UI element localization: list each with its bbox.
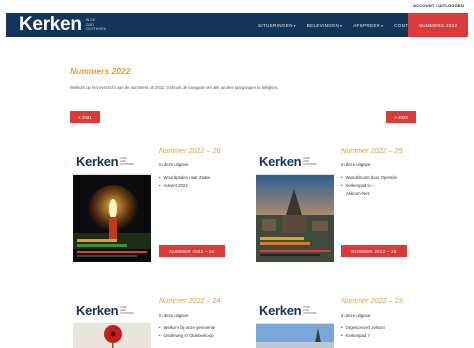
previous-year-button[interactable]: < 2021 xyxy=(70,111,100,123)
magazine-cover[interactable]: Kerken IN DE ZUID OOSTHOEK xyxy=(256,298,334,348)
issue-title[interactable]: Nummer 2022 – 26 xyxy=(159,146,221,155)
cover-image-candle xyxy=(73,175,151,262)
list-item: Advent 2022 xyxy=(159,182,210,190)
list-item: Woordpaden naar Zaate xyxy=(159,174,211,182)
nav-item-belevingen[interactable]: BELEVINGEN▾ xyxy=(307,23,342,28)
issue-contents: Orgelconcert Jelsum Kerkenpad 7 xyxy=(341,324,385,340)
cover-wordmark: Kerken xyxy=(76,303,119,318)
page-title: Nummers 2022 xyxy=(70,66,131,76)
issue-title[interactable]: Nummer 2022 – 25 xyxy=(341,146,403,155)
chevron-down-icon: ▾ xyxy=(381,23,384,28)
cover-wordmark: Kerken xyxy=(76,154,119,169)
nav-item-afspreek[interactable]: AFSPREEK▾ xyxy=(353,23,383,28)
cover-image-tower xyxy=(256,324,334,348)
issue-contents: Woordpaden naar Zaate Advent 2022 xyxy=(159,174,211,190)
cover-image-church xyxy=(256,175,334,262)
top-bar: ACCOUNT / UITLOGGEN xyxy=(0,0,474,13)
issue-title[interactable]: Nummer 2022 – 24 xyxy=(159,296,221,305)
cover-wordmark: Kerken xyxy=(259,303,302,318)
page-intro: Welkom op het overzicht van de nummers u… xyxy=(70,85,279,90)
nav-item-situeringen[interactable]: SITUERINGEN▾ xyxy=(258,23,296,28)
logo-subtitle: IN DE ZUID OOSTHOEK xyxy=(85,18,106,32)
list-item: Welkom bij onze gemeente xyxy=(159,324,216,332)
issue-button[interactable]: NUMMER 2022 – 25 xyxy=(341,245,407,257)
magazine-cover[interactable]: Kerken IN DE ZUID OOSTHOEK xyxy=(256,149,334,262)
cover-image-poppy xyxy=(73,324,151,348)
cover-wordmark: Kerken xyxy=(259,154,302,169)
issue-title[interactable]: Nummer 2022 – 23 xyxy=(341,296,403,305)
logo-wordmark: Kerken xyxy=(19,14,82,35)
main-nav: SITUERINGEN▾ BELEVINGEN▾ AFSPREEK▾ CONTA… xyxy=(258,13,432,37)
magazine-cover[interactable]: Kerken IN DE ZUID OOSTHOEK xyxy=(73,149,151,262)
list-item: Akkrum-Nes xyxy=(346,191,370,196)
site-logo[interactable]: Kerken IN DE ZUID OOSTHOEK xyxy=(19,14,106,36)
chevron-down-icon: ▾ xyxy=(340,23,343,28)
issue-subtitle: In deze uitgave: xyxy=(341,162,372,167)
list-item: Kerkenpad 7 xyxy=(341,332,385,340)
list-item: Kerkenpad in – xyxy=(341,182,397,190)
list-item: Onderweg in Oldeberkoop xyxy=(159,332,215,340)
issue-contents: Wandelroute door Opeinde Kerkenpad in – … xyxy=(341,174,397,198)
nav-item-nummers-2022[interactable]: NUMMERS 2022 xyxy=(408,13,468,37)
issue-subtitle: In deze uitgave: xyxy=(159,313,190,318)
magazine-cover[interactable]: Kerken IN DE ZUID OOSTHOEK xyxy=(73,298,151,348)
issue-contents: Welkom bij onze gemeente Onderweg in Old… xyxy=(159,324,216,340)
chevron-down-icon: ▾ xyxy=(293,23,296,28)
issue-subtitle: In deze uitgave: xyxy=(159,162,190,167)
issue-subtitle: In deze uitgave: xyxy=(341,313,372,318)
account-link[interactable]: ACCOUNT / UITLOGGEN xyxy=(413,3,464,8)
list-item: Wandelroute door Opeinde xyxy=(341,174,397,182)
site-header: Kerken IN DE ZUID OOSTHOEK SITUERINGEN▾ … xyxy=(6,13,468,37)
issue-button[interactable]: NUMMER 2022 – 26 xyxy=(159,245,225,257)
next-year-button[interactable]: > 2023 xyxy=(386,111,416,123)
list-item: Orgelconcert Jelsum xyxy=(341,324,385,332)
